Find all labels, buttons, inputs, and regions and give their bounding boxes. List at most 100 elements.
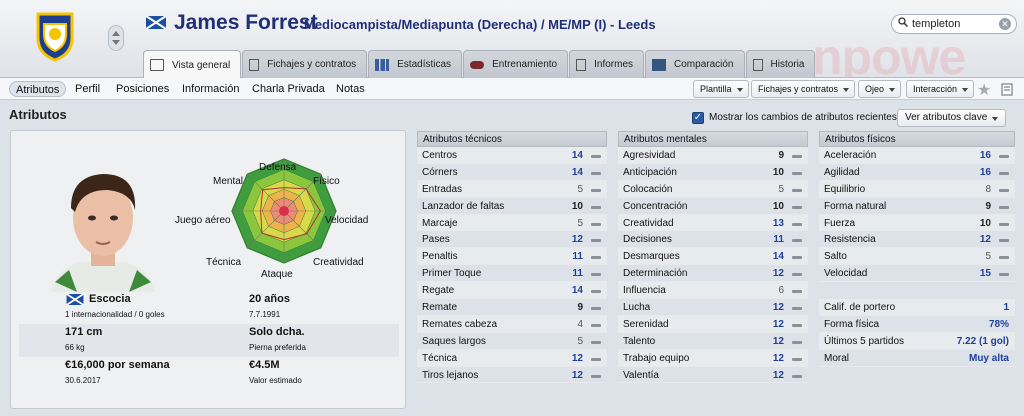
attribute-name: Agilidad — [824, 166, 860, 178]
tab-estadisticas[interactable]: Estadísticas — [368, 50, 463, 78]
trend-flat-icon — [999, 239, 1009, 243]
training-ball-icon — [470, 60, 485, 69]
club-crest-icon[interactable] — [34, 10, 76, 62]
age: 20 años — [249, 293, 290, 305]
tab-fichajes[interactable]: Fichajes y contratos — [242, 50, 368, 78]
attribute-name: Remate — [422, 302, 458, 314]
subnav-atributos[interactable]: Atributos — [9, 81, 67, 97]
attribute-value: 11 — [572, 251, 583, 263]
attribute-name: Tiros lejanos — [422, 369, 479, 381]
mental-header: Atributos mentales — [618, 131, 808, 147]
attribute-name: Serenidad — [623, 318, 669, 330]
section-title: Atributos — [9, 107, 67, 122]
subnav-perfil[interactable]: Perfil — [75, 81, 100, 97]
trend-flat-icon — [792, 171, 802, 175]
subnav-notas[interactable]: Notas — [336, 81, 365, 97]
trend-flat-icon — [591, 188, 601, 192]
attribute-name: Decisiones — [623, 234, 672, 246]
search-input[interactable]: templeton — [912, 18, 960, 30]
attribute-row: Velocidad 15 — [819, 265, 1015, 283]
attribute-row: Calif. de portero 1 — [819, 299, 1015, 317]
trend-flat-icon — [792, 357, 802, 361]
radar-label-ataque: Ataque — [261, 269, 293, 280]
trend-flat-icon — [999, 205, 1009, 209]
trend-flat-icon — [591, 256, 601, 260]
profile-card-icon — [150, 59, 164, 71]
trend-flat-icon — [792, 188, 802, 192]
tab-entrenamiento[interactable]: Entrenamiento — [463, 50, 569, 78]
estimated-value-label: Valor estimado — [249, 376, 302, 385]
attribute-value: 14 — [772, 251, 784, 263]
attribute-name: Creatividad — [623, 217, 674, 229]
attribute-value: 10 — [772, 166, 784, 178]
attribute-name: Lucha — [623, 302, 651, 314]
attribute-name: Talento — [623, 335, 656, 347]
fichajes-dropdown[interactable]: Fichajes y contratos — [751, 80, 856, 98]
prev-player-icon[interactable] — [112, 31, 120, 36]
subnav-charla-privada[interactable]: Charla Privada — [252, 81, 325, 97]
trend-flat-icon — [792, 256, 802, 260]
tab-historia[interactable]: Historia — [745, 50, 816, 78]
attribute-name: Agresividad — [623, 150, 676, 161]
player-name: James Forrest — [174, 11, 318, 34]
attribute-row: Marcaje 5 — [417, 214, 607, 232]
trend-flat-icon — [591, 273, 601, 277]
attribute-row: Penaltis 11 — [417, 248, 607, 266]
subnav-informacion[interactable]: Información — [182, 81, 239, 97]
attribute-value: 13 — [772, 217, 784, 229]
attribute-value: 5 — [577, 183, 583, 195]
attribute-value: 11 — [572, 268, 583, 280]
search-box[interactable]: templeton ✕ — [891, 14, 1017, 34]
attribute-row: Desmarques 14 — [618, 248, 808, 266]
trend-flat-icon — [792, 340, 802, 344]
ojeo-dropdown[interactable]: Ojeo — [858, 80, 902, 98]
attribute-value: 12 — [772, 369, 784, 381]
international-caps: 1 internacionalidad / 0 goles — [65, 310, 165, 319]
mental-attributes: Atributos mentales Agresividad 9 Anticipac… — [618, 131, 808, 384]
compare-icon — [652, 58, 667, 71]
trend-flat-icon — [591, 374, 601, 378]
attribute-name: Últimos 5 partidos — [824, 335, 905, 347]
next-player-icon[interactable] — [112, 40, 120, 45]
subnav-posiciones[interactable]: Posiciones — [116, 81, 169, 97]
player-position-club[interactable]: Mediocampista/Mediapunta (Derecha) / ME/… — [304, 17, 656, 32]
radar-label-velocidad: Velocidad — [325, 215, 369, 226]
estimated-value: €4.5M — [249, 359, 280, 371]
interaccion-dropdown[interactable]: Interacción — [906, 80, 975, 98]
nationality[interactable]: Escocia — [89, 293, 131, 305]
tab-bar: Vista general Fichajes y contratos Estad… — [143, 50, 816, 79]
attribute-name: Valentía — [623, 369, 659, 381]
info-value: 7.22 (1 gol) — [956, 335, 1009, 347]
attribute-value: 6 — [778, 285, 784, 297]
attribute-value: 5 — [985, 251, 991, 263]
attribute-value: 10 — [772, 200, 784, 212]
plantilla-dropdown[interactable]: Plantilla — [693, 80, 749, 98]
tab-comparacion[interactable]: Comparación — [645, 50, 745, 78]
info-value: Muy alta — [968, 352, 1009, 364]
attribute-value: 5 — [778, 183, 784, 195]
tab-vista-general[interactable]: Vista general — [143, 50, 242, 79]
attribute-name: Equilibrio — [824, 183, 866, 195]
trend-flat-icon — [591, 205, 601, 209]
attribute-name: Entradas — [422, 183, 463, 195]
attribute-value: 14 — [571, 166, 583, 178]
shortlist-star-icon[interactable]: ★ — [977, 80, 991, 100]
trend-flat-icon — [792, 155, 802, 158]
trend-flat-icon — [792, 205, 802, 209]
attribute-row: Concentración 10 — [618, 198, 808, 215]
attribute-value: 12 — [979, 234, 991, 246]
radar-label-mental: Mental — [213, 176, 244, 187]
info-value: 1 — [1003, 302, 1009, 314]
recent-changes-checkbox[interactable]: ✓ — [692, 112, 704, 124]
attribute-name: Marcaje — [422, 217, 458, 229]
document-icon — [249, 58, 260, 71]
notes-icon[interactable] — [1001, 83, 1014, 96]
tab-informes[interactable]: Informes — [569, 50, 645, 78]
player-navigation-stepper[interactable] — [108, 25, 124, 51]
trend-flat-icon — [591, 171, 601, 175]
attribute-value: 10 — [979, 217, 991, 229]
key-attributes-dropdown[interactable]: Ver atributos clave — [897, 109, 1006, 127]
attribute-value: 16 — [979, 166, 991, 178]
trend-flat-icon — [591, 357, 601, 361]
clear-search-icon[interactable]: ✕ — [999, 18, 1011, 30]
